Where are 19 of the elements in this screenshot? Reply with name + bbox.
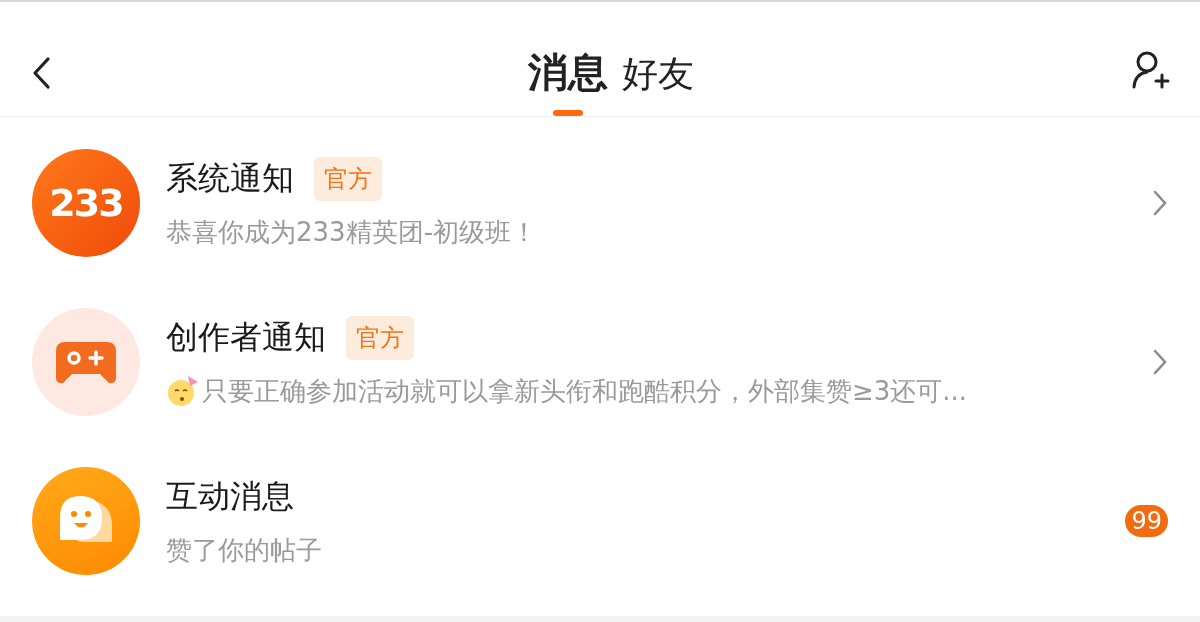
unread-count: 99 <box>1125 505 1168 538</box>
message-preview: 恭喜你成为233精英团-初级班！ <box>166 215 537 249</box>
message-preview: 赞了你的帖子 <box>166 533 322 567</box>
party-face-icon <box>166 374 200 409</box>
chevron-right-icon <box>1152 189 1168 218</box>
official-tag: 官方 <box>314 156 382 201</box>
conversation-title: 系统通知 <box>166 157 294 199</box>
add-friend-button[interactable] <box>1130 49 1170 90</box>
logo-text: 233 <box>49 181 123 226</box>
conversation-row[interactable]: 233 系统通知 官方 恭喜你成为233精英团-初级班！ <box>0 138 1200 298</box>
conversation-title: 创作者通知 <box>166 316 326 358</box>
tab[interactable]: 消息 <box>528 47 608 116</box>
message-preview: 只要正确参加活动就可以拿新头衔和跑酷积分，外部集赞≥3还可... <box>202 374 968 408</box>
conversation-row[interactable]: 互动消息 赞了你的帖子 99 <box>0 456 1200 616</box>
conversation-title: 互动消息 <box>166 475 294 517</box>
conversation-row[interactable]: 创作者通知 官方 只要正确参加活动就可以拿新头衔和跑酷积分，外部集赞≥3还可... <box>0 297 1200 457</box>
tab[interactable]: 好友 <box>622 52 694 116</box>
official-tag: 官方 <box>346 315 414 360</box>
chevron-right-icon <box>1152 348 1168 377</box>
